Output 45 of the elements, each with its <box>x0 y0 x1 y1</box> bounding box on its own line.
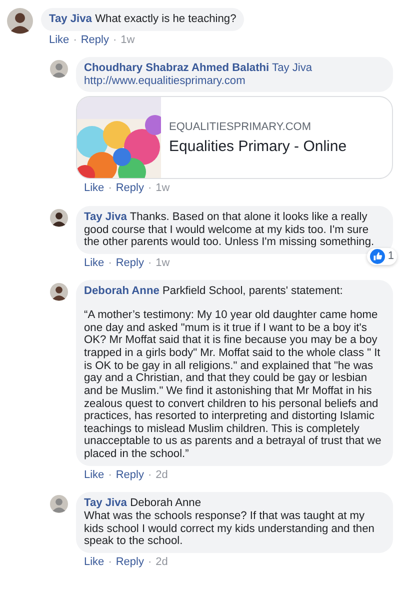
author-name[interactable]: Choudhary Shabraz Ahmed Balathi <box>84 62 270 74</box>
reply-link[interactable]: Reply <box>80 34 109 46</box>
timestamp: 2d <box>156 468 168 482</box>
separator-dot: · <box>108 182 112 195</box>
like-link[interactable]: Like <box>84 556 104 568</box>
separator-dot: · <box>148 556 152 568</box>
avatar-icon[interactable] <box>7 8 33 34</box>
reaction-count: 1 <box>366 248 397 265</box>
timestamp: 1w <box>156 182 170 195</box>
reply-link[interactable]: Reply <box>116 256 144 270</box>
reply-link[interactable]: Reply <box>116 468 144 482</box>
thumbs-up-icon <box>370 248 385 264</box>
comment-text: Tay Jiva What exactly is he teaching? <box>49 13 236 26</box>
reply-link[interactable]: Reply <box>116 182 144 195</box>
comment-text: Tay Jiva Deborah Anne What was the schools response? If that was taught at my kids school I would correct my kids understanding and then speak to the school. <box>84 497 376 548</box>
url-link[interactable]: http://www.equalitiesprimary.com <box>84 74 385 88</box>
separator-dot: · <box>112 34 117 46</box>
preview-domain: EQUALITIESPRIMARY.COM <box>169 121 312 134</box>
timestamp: 2d <box>156 556 168 568</box>
separator-dot: · <box>108 468 112 482</box>
avatar-icon[interactable] <box>50 208 68 227</box>
comment-text: Deborah Anne Parkfield School, parents' statement: <box>84 285 344 298</box>
avatar-icon[interactable] <box>50 283 68 302</box>
like-link[interactable]: Like <box>84 182 104 195</box>
reply-link[interactable]: Reply <box>116 556 144 568</box>
preview-title: Equalities Primary - Online <box>169 138 347 155</box>
mention-link[interactable]: Tay Jiva <box>272 62 312 74</box>
author-name[interactable]: Tay Jiva <box>84 210 127 223</box>
separator-dot: · <box>108 256 112 270</box>
separator-dot: · <box>148 468 152 482</box>
comment-text: Tay Jiva Thanks. Based on that alone it looks like a really good course that I would welcome at my kids too. I'm sure the other parents would too. Unless I'm missing something. <box>84 210 376 249</box>
link-preview-card[interactable]: EQUALITIESPRIMARY.COM Equalities Primary - Online <box>76 96 393 180</box>
comment-text: “A mother’s testimony: My 10 year old daughter came home one day and asked "mum is it true if I want to be a boy it's OK? Mr Moffat said that it is fine because you may be a boy trapped in a girls body" Mr. Moffat said to the whole class " It is OK to be gay in all religions." and explained that "he was gay and a Christian, and that they could be gay or lesbian and be Muslim." We find it astonishing that Mr Moffat in his zealous quest to convert children to his personal beliefs and practices, has resorted to interpreting and distorting Islamic teachings to mislead Muslim children. This is completely unacceptable to us as parents and a betrayal of trust that we placed in the school.” <box>84 309 382 461</box>
like-link[interactable]: Like <box>84 468 104 482</box>
author-name[interactable]: Deborah Anne <box>84 285 160 298</box>
separator-dot: · <box>73 34 77 46</box>
author-name[interactable]: Tay Jiva <box>84 497 127 510</box>
timestamp: 1w <box>120 34 135 46</box>
separator-dot: · <box>108 556 112 568</box>
separator-dot: · <box>148 182 152 195</box>
author-name[interactable]: Tay Jiva <box>49 13 92 25</box>
separator-dot: · <box>148 256 152 270</box>
like-link[interactable]: Like <box>84 256 104 270</box>
like-link[interactable]: Like <box>49 34 70 46</box>
timestamp: 1w <box>156 256 170 270</box>
